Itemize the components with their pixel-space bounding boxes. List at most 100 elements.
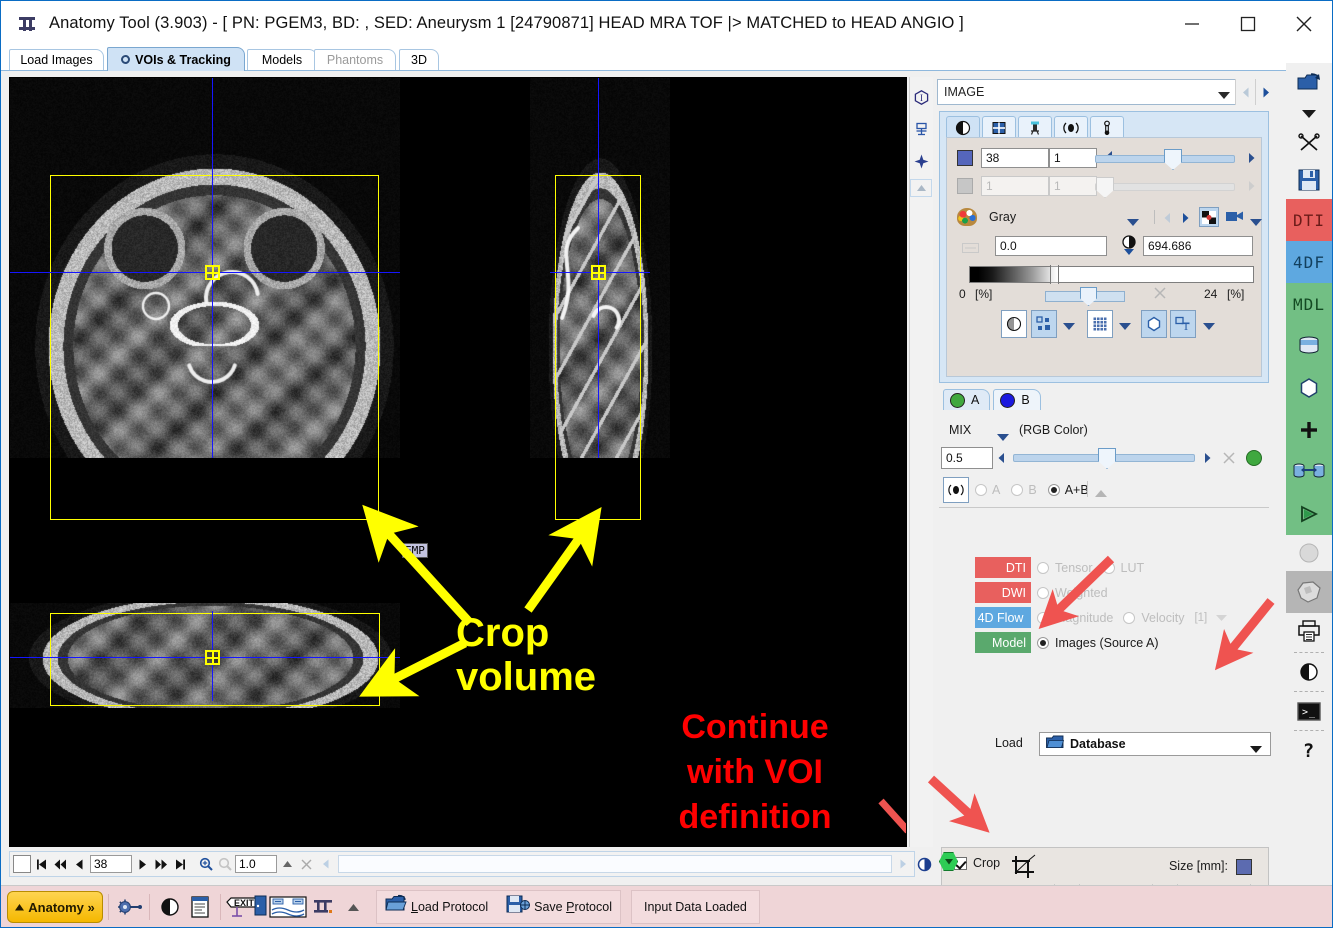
contrast-icon[interactable] [155, 892, 185, 922]
text-overlay-button[interactable]: T [1170, 310, 1196, 338]
window-max-input[interactable]: 694.686 [1143, 236, 1253, 256]
radio-blend-ab[interactable] [1047, 484, 1060, 496]
mix-next-icon[interactable] [1203, 451, 1212, 469]
tab-filter[interactable] [1054, 116, 1088, 138]
palette-icon[interactable] [957, 208, 977, 226]
dti-button[interactable]: DTI [1286, 199, 1332, 241]
slice-step-input[interactable]: 1 [1049, 148, 1097, 168]
radio-magnitude[interactable] [1037, 611, 1049, 624]
console-icon[interactable]: >_ [1286, 695, 1332, 727]
overlay-dropdown-icon[interactable] [1203, 318, 1215, 336]
window-min-input[interactable]: 0.0 [995, 236, 1107, 256]
tab-source-b[interactable]: B [993, 389, 1041, 410]
scissors-icon[interactable] [1286, 125, 1332, 161]
mix-slider[interactable] [1013, 448, 1195, 469]
hscroll-left-icon[interactable] [317, 855, 334, 873]
radio-weighted[interactable] [1037, 586, 1049, 599]
info-icon[interactable]: I [910, 85, 932, 109]
slice-next-arrow-icon[interactable] [1247, 151, 1256, 169]
add-icon[interactable] [1286, 409, 1332, 451]
grid-button[interactable] [1087, 310, 1113, 338]
contour-button[interactable] [1141, 310, 1167, 338]
load-dropdown-icon[interactable] [1250, 741, 1262, 759]
colormap-dropdown-icon[interactable] [1127, 214, 1139, 232]
slice-number-input[interactable]: 38 [90, 855, 132, 873]
slice-index-input[interactable]: 38 [981, 148, 1049, 168]
chevron-down-icon[interactable] [1218, 89, 1230, 103]
sagittal-cursor-icon[interactable] [591, 265, 606, 280]
settings-gear-icon[interactable] [114, 892, 144, 922]
tab-contrast[interactable] [946, 116, 980, 138]
prev-slice-button[interactable] [71, 855, 88, 873]
mix-prev-icon[interactable] [997, 451, 1006, 469]
anatomy-tool-icon[interactable] [308, 892, 338, 922]
series-prev-button[interactable] [1235, 79, 1255, 105]
tab-models[interactable]: Models [247, 49, 317, 70]
print-icon[interactable] [1286, 613, 1332, 649]
fast-forward-button[interactable] [153, 855, 170, 873]
slice-slider-thumb[interactable] [1164, 149, 1182, 170]
transparency-button[interactable] [1001, 310, 1027, 338]
markers-button[interactable] [1031, 310, 1057, 338]
mix-slider-thumb[interactable] [1098, 448, 1116, 469]
markers-dropdown-icon[interactable] [1063, 318, 1075, 336]
radio-tensor[interactable] [1037, 561, 1049, 574]
zoom-collapse-icon[interactable] [279, 855, 296, 873]
chevron-down-icon[interactable] [1286, 103, 1332, 125]
color-bar[interactable] [969, 265, 1254, 284]
percent-slider[interactable] [1045, 287, 1125, 306]
maximize-button[interactable] [1220, 1, 1276, 46]
compare-icon[interactable] [1286, 451, 1332, 493]
report-icon[interactable] [185, 892, 215, 922]
zoom-level-input[interactable]: 1.0 [235, 855, 277, 873]
radio-blend-b[interactable] [1011, 484, 1024, 496]
colormap-more-icon[interactable] [1250, 214, 1262, 232]
velocity-dropdown-icon[interactable] [1216, 609, 1228, 627]
mix-clear-icon[interactable] [1223, 451, 1235, 469]
last-slice-button[interactable] [172, 855, 189, 873]
clear-zoom-icon[interactable] [298, 855, 315, 873]
image-canvas-area[interactable]: EMP Crop volume Continue with VOI defini… [9, 77, 907, 847]
tab-3d[interactable]: 3D [399, 49, 439, 70]
tab-vois-tracking[interactable]: VOIs & Tracking [107, 47, 245, 71]
series-next-button[interactable] [1255, 79, 1275, 105]
radio-images-source-a[interactable] [1037, 636, 1049, 649]
size-color-swatch[interactable] [1236, 859, 1252, 875]
crop-checkbox-row[interactable]: Crop [954, 856, 1000, 870]
layout-icon[interactable] [910, 117, 932, 141]
colormap-next-icon[interactable] [1181, 211, 1190, 229]
horizontal-scrollbar[interactable] [338, 855, 892, 873]
play-icon[interactable] [1286, 493, 1332, 535]
blend-collapse-icon[interactable] [1095, 485, 1107, 503]
blend-mode-button[interactable] [943, 477, 969, 503]
zoom-in-icon[interactable] [197, 855, 214, 873]
tab-load-images[interactable]: Load Images [9, 49, 104, 70]
max-threshold-icon[interactable] [1119, 234, 1139, 261]
mix-value-input[interactable]: 0.5 [941, 447, 993, 469]
four-d-flow-button[interactable]: 4DF [1286, 241, 1332, 283]
contrast-icon[interactable] [1286, 656, 1332, 688]
save-protocol-button[interactable]: Save Protocol [534, 900, 612, 914]
mix-dropdown-icon[interactable] [997, 429, 1009, 447]
invert-colormap-button[interactable] [1199, 207, 1219, 227]
reset-percent-icon[interactable] [1154, 286, 1166, 304]
stone-icon[interactable] [1286, 571, 1332, 613]
series-selector-combo[interactable]: IMAGE [937, 79, 1239, 105]
move-icon[interactable] [910, 149, 932, 173]
colorbar-handle[interactable] [1050, 265, 1059, 284]
coronal-cursor-icon[interactable] [205, 650, 220, 665]
tab-source-a[interactable]: A [943, 389, 991, 410]
grid-dropdown-icon[interactable] [1119, 318, 1131, 336]
hscroll-right-icon[interactable] [894, 855, 911, 873]
save-icon[interactable] [1286, 161, 1332, 199]
first-slice-button[interactable] [33, 855, 50, 873]
radio-velocity[interactable] [1123, 611, 1136, 624]
tab-probe[interactable] [1090, 116, 1124, 138]
tab-fusion[interactable] [1018, 116, 1052, 138]
axial-cursor-icon[interactable] [205, 265, 220, 280]
colormap-prev-icon[interactable] [1163, 211, 1172, 229]
minimize-button[interactable] [1164, 1, 1220, 46]
model-button[interactable]: MDL [1286, 283, 1332, 325]
help-icon[interactable]: ? [1286, 734, 1332, 768]
contrast-toggle-icon[interactable] [915, 851, 933, 877]
